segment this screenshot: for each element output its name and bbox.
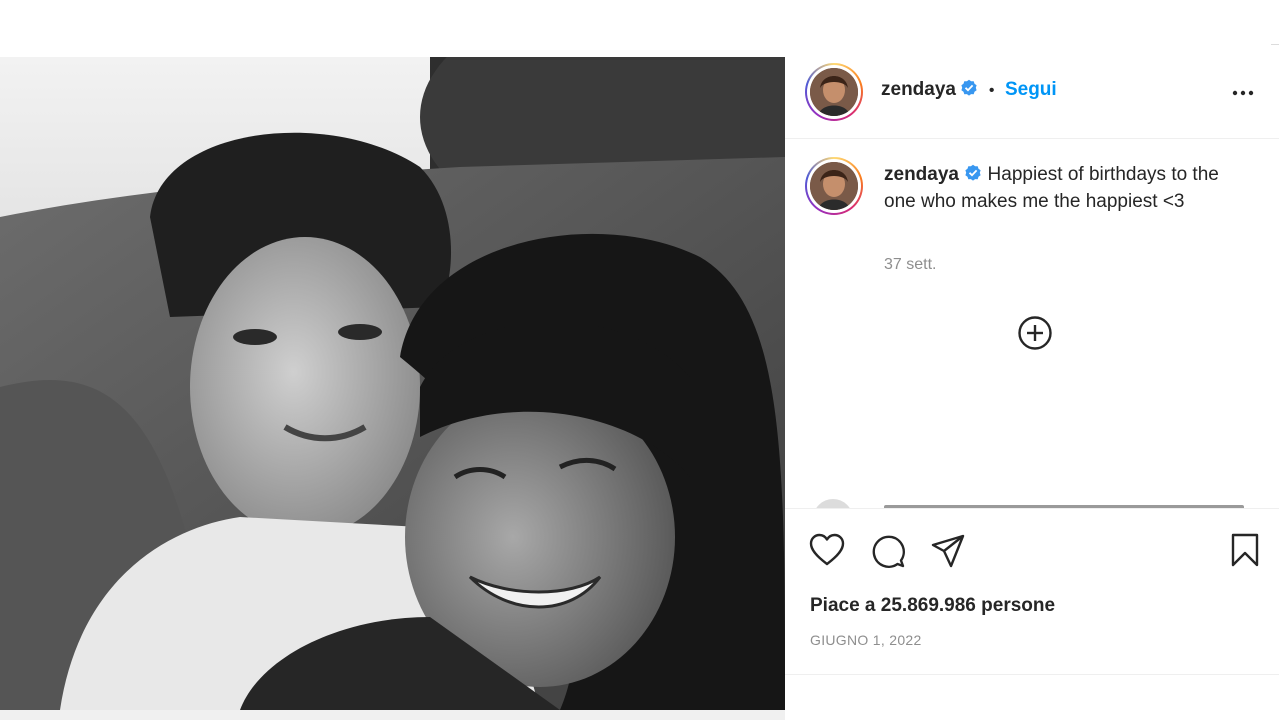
comments-section: zendaya Happiest of birthdays to the one…: [785, 139, 1279, 509]
post-image: [0, 57, 785, 710]
post-date[interactable]: GIUGNO 1, 2022: [810, 632, 922, 648]
photo-bottom-strip: [0, 710, 785, 720]
heart-icon[interactable]: [809, 533, 845, 572]
post-side-panel: zendaya • Segui zendaya Happiest of birt…: [785, 57, 1279, 675]
author-avatar[interactable]: [805, 63, 863, 121]
post-header: zendaya • Segui: [785, 57, 1279, 139]
caption: zendaya Happiest of birthdays to the one…: [884, 161, 1234, 215]
bookmark-icon[interactable]: [1230, 533, 1260, 572]
caption-username[interactable]: zendaya: [884, 164, 959, 185]
author-username[interactable]: zendaya: [881, 79, 956, 100]
verified-badge-icon: [964, 163, 982, 181]
caption-avatar[interactable]: [805, 157, 863, 215]
divider: [1271, 44, 1279, 45]
separator-dot: •: [988, 82, 995, 99]
send-icon[interactable]: [930, 533, 966, 574]
post-actions: Piace a 25.869.986 persone GIUGNO 1, 202…: [785, 508, 1279, 675]
post-photo[interactable]: [0, 57, 785, 710]
likes-count[interactable]: Piace a 25.869.986 persone: [810, 595, 1055, 617]
verified-badge-icon: [960, 79, 978, 97]
caption-timestamp[interactable]: 37 sett.: [884, 256, 936, 274]
next-comment-peek: [807, 495, 1247, 509]
more-options-icon[interactable]: [1231, 81, 1255, 110]
comment-icon[interactable]: [870, 533, 906, 574]
follow-button[interactable]: Segui: [1005, 79, 1057, 100]
plus-circle-icon[interactable]: [1017, 315, 1053, 356]
